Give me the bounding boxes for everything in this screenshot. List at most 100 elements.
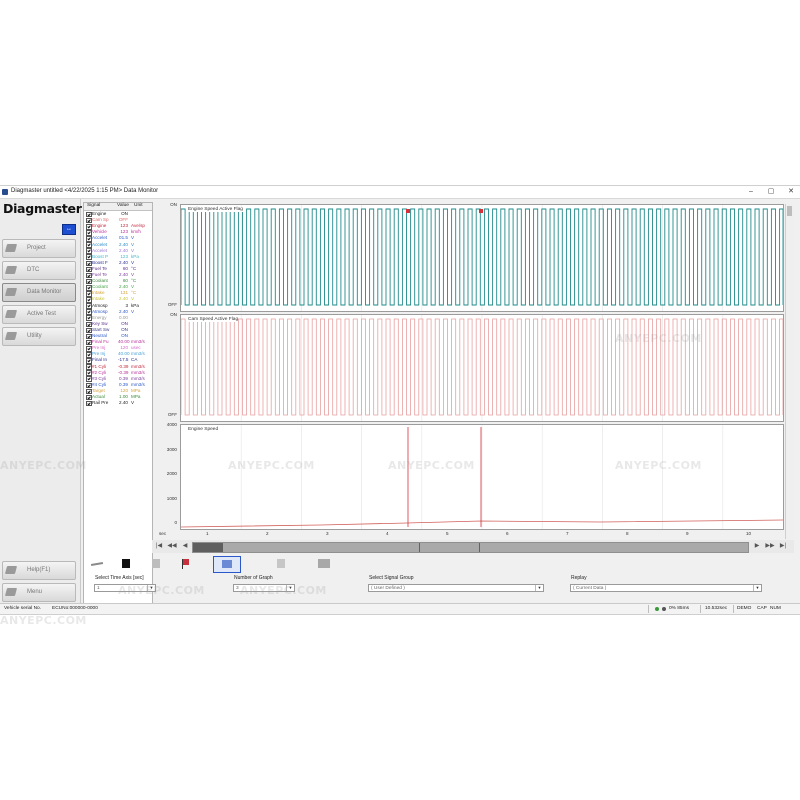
signal-name: Coolant bbox=[92, 278, 108, 284]
graph-engine-speed-flag[interactable]: Engine Speed Active Flag bbox=[180, 204, 784, 312]
flag-button[interactable] bbox=[173, 556, 199, 571]
signal-value: 123 bbox=[120, 223, 128, 229]
maximize-button[interactable]: ▢ bbox=[764, 187, 778, 197]
sidebar-item-active-test[interactable]: Active Test bbox=[2, 305, 76, 324]
graph-title: Engine Speed Active Flag bbox=[188, 207, 243, 212]
flag-pole-icon bbox=[182, 559, 183, 569]
time-prev-button[interactable]: ◀ bbox=[180, 542, 190, 551]
flag-icon bbox=[182, 559, 189, 565]
replay-select[interactable]: ( Current Data ) ▼ bbox=[570, 584, 762, 592]
close-button[interactable]: ✕ bbox=[784, 187, 798, 197]
cursor-tool-button[interactable] bbox=[213, 556, 241, 573]
time-prev-page-button[interactable]: ◀◀ bbox=[167, 542, 177, 551]
signal-name: Accelet bbox=[92, 241, 108, 247]
status-mode: DEMO bbox=[737, 606, 752, 611]
time-first-button[interactable]: |◀ bbox=[154, 542, 164, 551]
signal-group-value: ( User Defined ) bbox=[371, 586, 405, 591]
stop-button[interactable] bbox=[113, 556, 139, 571]
signal-unit: mm3/s bbox=[131, 363, 145, 369]
signal-row[interactable]: Rail Pre 2.40 V bbox=[84, 400, 152, 407]
signal-value: -0.39 bbox=[118, 363, 129, 369]
sidebar-item-utility[interactable]: Utility bbox=[2, 327, 76, 346]
x-tick-label: 2 bbox=[266, 531, 269, 536]
signal-value: 01.5 bbox=[119, 235, 128, 241]
record-button[interactable] bbox=[143, 556, 169, 571]
signal-value: 1.00 bbox=[119, 394, 128, 399]
signal-value: 0.00 bbox=[119, 314, 128, 320]
time-last-button[interactable]: ▶| bbox=[778, 542, 788, 551]
sidebar-item-label: Project bbox=[27, 245, 46, 251]
signal-unit: mm3/s bbox=[131, 339, 145, 345]
help-button[interactable]: Help(F1) bbox=[2, 561, 76, 580]
signal-name: Fuel Te bbox=[92, 272, 107, 277]
signal-name: Energy bbox=[92, 314, 107, 320]
graph-engine-speed-flag-plot bbox=[180, 205, 784, 311]
graph1-y-bottom: OFF bbox=[167, 302, 177, 307]
signal-checkbox[interactable] bbox=[86, 400, 92, 407]
graph-count-value: 3 bbox=[236, 586, 239, 591]
signal-name: Intake bbox=[92, 290, 105, 296]
time-scroll-track[interactable] bbox=[192, 542, 749, 553]
signal-name: Final Fu bbox=[92, 339, 109, 345]
minimize-button[interactable]: – bbox=[744, 187, 758, 197]
chevron-down-icon: ▼ bbox=[147, 585, 155, 591]
diagmaster-window: Diagmaster untitled <4/22/2025 1:15 PM> … bbox=[0, 185, 800, 627]
window-title: Diagmaster untitled <4/22/2025 1:15 PM> … bbox=[11, 188, 159, 194]
header-signal: Signal bbox=[87, 203, 101, 208]
graph-cam-speed-flag[interactable]: Cam Speed Active Flag bbox=[180, 314, 784, 422]
signal-value: -17.5 bbox=[118, 357, 129, 363]
signal-value: 2.40 bbox=[119, 284, 128, 290]
x-tick-label: 3 bbox=[326, 531, 329, 536]
graph2-y-bottom: OFF bbox=[167, 412, 177, 417]
sidebar-item-project[interactable]: Project bbox=[2, 239, 76, 258]
signal-name: #2 Cyli bbox=[92, 369, 107, 375]
pen-icon bbox=[90, 561, 104, 567]
chevron-down-icon: ▼ bbox=[753, 585, 761, 591]
project-icon bbox=[4, 244, 18, 252]
time-next-button[interactable]: ▶ bbox=[752, 542, 762, 551]
time-scroll-thumb[interactable] bbox=[193, 543, 223, 552]
signal-unit: V bbox=[131, 296, 135, 302]
y-tick-label: 4000 bbox=[166, 422, 177, 427]
signal-list-header: Signal Value Unit bbox=[84, 203, 152, 211]
signal-value: ON bbox=[121, 333, 128, 338]
link-button[interactable]: ↔ bbox=[62, 224, 76, 235]
record-icon bbox=[152, 559, 160, 568]
signal-name: Pre Inj bbox=[92, 351, 106, 357]
event-marker[interactable] bbox=[406, 209, 410, 213]
vertical-scrollbar[interactable] bbox=[785, 204, 794, 539]
signal-name: Final In bbox=[92, 357, 108, 363]
time-scrollbar[interactable]: |◀ ◀◀ ◀ ▶ ▶▶ ▶| bbox=[152, 540, 794, 553]
signal-unit: V bbox=[131, 308, 135, 314]
sidebar: Diagmaster ↔ Project DTC Data Monitor Activ… bbox=[0, 199, 82, 607]
sidebar-item-dtc[interactable]: DTC bbox=[2, 261, 76, 280]
graph-engine-speed[interactable]: Engine Speed bbox=[180, 424, 784, 530]
signal-value: 40.00 bbox=[118, 339, 130, 345]
status-num: NUM bbox=[770, 606, 781, 611]
time-next-page-button[interactable]: ▶▶ bbox=[765, 542, 775, 551]
signal-unit: V bbox=[131, 272, 135, 277]
signal-group-select[interactable]: ( User Defined ) ▼ bbox=[368, 584, 544, 592]
time-axis-select[interactable]: 1 ▼ bbox=[94, 584, 156, 592]
graph-title: Engine Speed bbox=[188, 427, 219, 432]
signal-unit: mm3/s bbox=[131, 369, 145, 375]
signal-unit: kPa bbox=[131, 302, 139, 308]
signal-list[interactable]: Signal Value Unit Engine ON Cam Sp OFF Engin… bbox=[83, 202, 153, 608]
stop-icon bbox=[122, 559, 130, 568]
pen-tool-button[interactable] bbox=[83, 556, 109, 571]
graph-count-select[interactable]: 3 ▼ bbox=[233, 584, 295, 592]
print-button[interactable] bbox=[311, 556, 337, 571]
vertical-scroll-thumb[interactable] bbox=[787, 206, 792, 216]
signal-unit: V bbox=[131, 247, 135, 253]
sidebar-item-data-monitor[interactable]: Data Monitor bbox=[2, 283, 76, 302]
save-button[interactable] bbox=[268, 556, 294, 571]
graph-area[interactable]: Engine Speed Active Flag ON OFF Cam Spee… bbox=[153, 202, 793, 539]
signal-unit: Ave/sp bbox=[131, 223, 145, 229]
watermark: ANYEPC.COM bbox=[0, 614, 87, 627]
signal-unit: °C bbox=[131, 278, 137, 284]
signal-value: 2.40 bbox=[119, 259, 128, 265]
replay-value: ( Current Data ) bbox=[573, 586, 607, 591]
menu-button[interactable]: Menu bbox=[2, 583, 76, 602]
event-marker[interactable] bbox=[479, 209, 483, 213]
graph-cam-speed-flag-plot bbox=[180, 315, 784, 421]
